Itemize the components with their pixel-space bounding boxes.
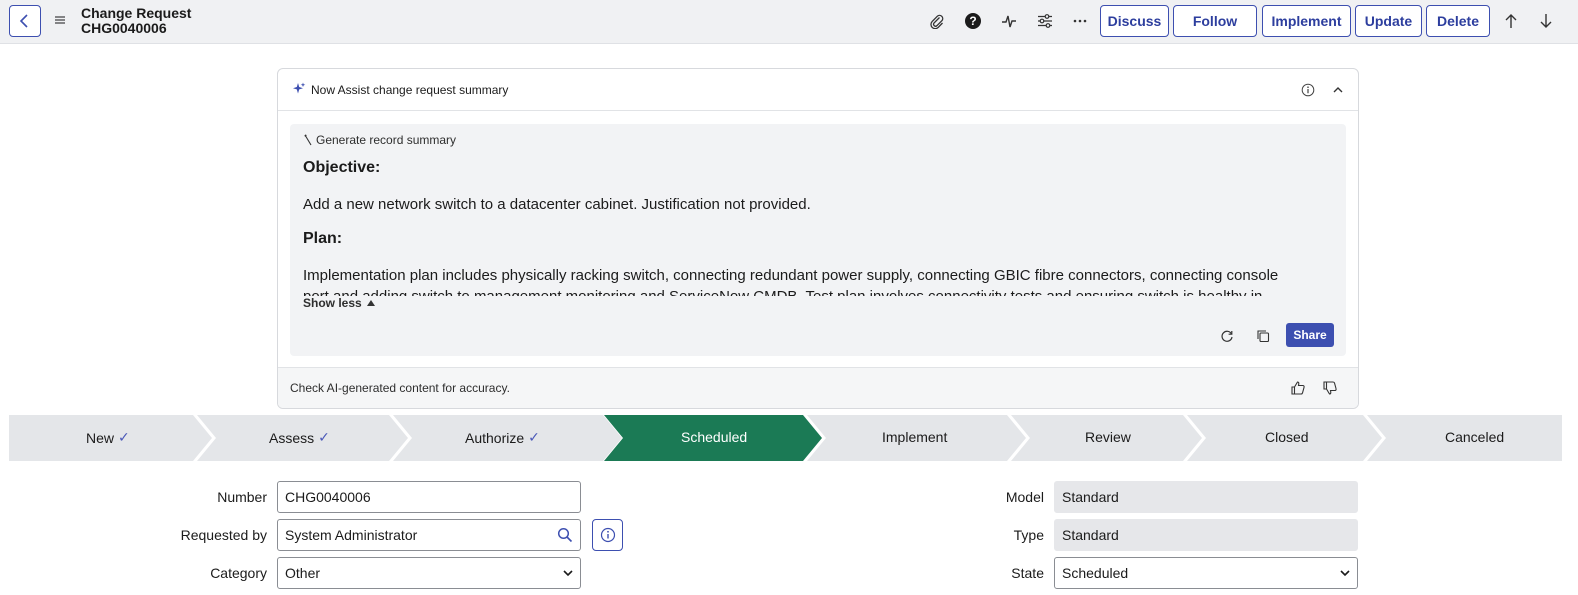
plan-heading: Plan: — [303, 230, 343, 247]
arrow-up-icon — [1505, 14, 1517, 28]
arrow-down-icon — [1540, 14, 1552, 28]
magic-wand-icon — [304, 134, 312, 146]
model-label: Model — [1005, 489, 1044, 505]
chevron-down-icon — [563, 570, 573, 577]
category-label: Category — [210, 565, 267, 581]
back-button[interactable] — [9, 5, 41, 37]
assist-header: Now Assist change request summary — [278, 69, 1358, 111]
follow-button[interactable]: Follow — [1173, 5, 1257, 37]
record-type-title: Change Request — [81, 5, 192, 21]
stage-label: Scheduled — [681, 429, 748, 445]
update-button[interactable]: Update — [1355, 5, 1422, 37]
assist-footer: Check AI-generated content for accuracy. — [278, 367, 1358, 408]
share-button[interactable]: Share — [1286, 323, 1334, 347]
state-value: Scheduled — [1062, 565, 1129, 581]
stage-label: Canceled — [1445, 429, 1505, 445]
settings-button[interactable] — [1035, 11, 1055, 31]
implement-button[interactable]: Implement — [1262, 5, 1351, 37]
show-less-toggle[interactable]: Show less — [303, 296, 375, 310]
stage-chevrons — [9, 415, 1562, 461]
stage-label: New — [86, 429, 115, 446]
activity-button[interactable] — [999, 11, 1019, 31]
discuss-button[interactable]: Discuss — [1100, 5, 1169, 37]
help-icon: ? — [965, 13, 981, 29]
chevron-up-icon[interactable] — [1331, 83, 1345, 97]
caret-up-icon — [366, 300, 375, 306]
stage-assess: Assess ✓ — [269, 429, 330, 446]
next-record-button[interactable] — [1535, 10, 1557, 32]
objective-text: Add a new network switch to a datacenter… — [303, 196, 811, 213]
show-less-label: Show less — [303, 296, 362, 310]
stage-scheduled: Scheduled — [681, 429, 747, 445]
category-select[interactable]: Other — [277, 557, 581, 589]
copy-icon[interactable] — [1256, 329, 1270, 343]
now-assist-summary-card: Now Assist change request summary Genera… — [277, 68, 1359, 409]
activity-icon — [1002, 15, 1016, 28]
number-label: Number — [217, 489, 267, 505]
stage-new: New ✓ — [86, 429, 130, 446]
state-select[interactable]: Scheduled — [1054, 557, 1358, 589]
stage-label: Closed — [1265, 429, 1309, 445]
stage-authorize: Authorize ✓ — [465, 429, 540, 446]
attachment-button[interactable] — [927, 11, 947, 31]
delete-button[interactable]: Delete — [1426, 5, 1490, 37]
requested-by-info-button[interactable] — [592, 519, 623, 551]
chevron-down-icon — [1340, 570, 1350, 577]
sparkle-icon — [293, 82, 306, 94]
stage-implement: Implement — [882, 429, 947, 445]
stage-label: Authorize — [465, 429, 525, 446]
info-icon[interactable] — [1301, 83, 1315, 97]
objective-heading: Objective: — [303, 159, 381, 176]
settings-sliders-icon — [1038, 14, 1052, 28]
stage-review: Review — [1085, 429, 1131, 445]
assist-title: Now Assist change request summary — [311, 83, 509, 97]
type-label: Type — [1013, 527, 1044, 543]
requested-by-lookup-button[interactable] — [550, 519, 581, 551]
stage-label: Implement — [882, 429, 948, 445]
summary-panel: Generate record summary Objective: Add a… — [290, 124, 1346, 356]
stage-label: Review — [1085, 429, 1131, 445]
plan-text-continued: port and adding switch to management mon… — [303, 288, 1262, 296]
svg-text:?: ? — [969, 14, 976, 28]
generate-summary-label: Generate record summary — [316, 133, 457, 147]
back-icon — [19, 14, 28, 28]
check-icon: ✓ — [318, 429, 330, 445]
ai-disclaimer: Check AI-generated content for accuracy. — [290, 381, 510, 395]
paperclip-icon — [930, 14, 944, 29]
model-field: Standard — [1054, 481, 1358, 513]
record-header: Change Request CHG0040006 ? Discuss Foll… — [0, 0, 1578, 44]
more-button[interactable] — [1070, 11, 1090, 31]
plan-text: Implementation plan includes physically … — [303, 267, 1279, 284]
previous-record-button[interactable] — [1500, 10, 1522, 32]
record-number-title: CHG0040006 — [81, 20, 167, 36]
summary-content: Objective: Add a new network switch to a… — [303, 156, 1333, 296]
state-progress-bar: New ✓ Assess ✓ Authorize ✓ Scheduled Implem… — [9, 415, 1562, 461]
stage-canceled: Canceled — [1445, 429, 1504, 445]
more-icon — [1073, 19, 1087, 23]
menu-icon[interactable] — [53, 13, 67, 27]
requested-by-label: Requested by — [180, 527, 267, 543]
page-title: Change Request CHG0040006 — [81, 6, 191, 36]
thumbs-up-icon[interactable] — [1290, 380, 1306, 396]
check-icon: ✓ — [528, 429, 540, 445]
state-label: State — [1011, 565, 1044, 581]
stage-label: Assess — [269, 429, 315, 446]
refresh-icon[interactable] — [1220, 329, 1234, 343]
info-icon — [600, 527, 615, 543]
help-button[interactable]: ? — [963, 11, 983, 31]
thumbs-down-icon[interactable] — [1322, 380, 1338, 396]
search-icon — [557, 527, 573, 543]
generate-summary-link[interactable]: Generate record summary — [303, 133, 456, 147]
check-icon: ✓ — [118, 429, 130, 445]
stage-closed: Closed — [1265, 429, 1309, 445]
category-value: Other — [285, 565, 321, 581]
type-field: Standard — [1054, 519, 1358, 551]
requested-by-field[interactable]: System Administrator — [277, 519, 551, 551]
number-field[interactable]: CHG0040006 — [277, 481, 581, 513]
